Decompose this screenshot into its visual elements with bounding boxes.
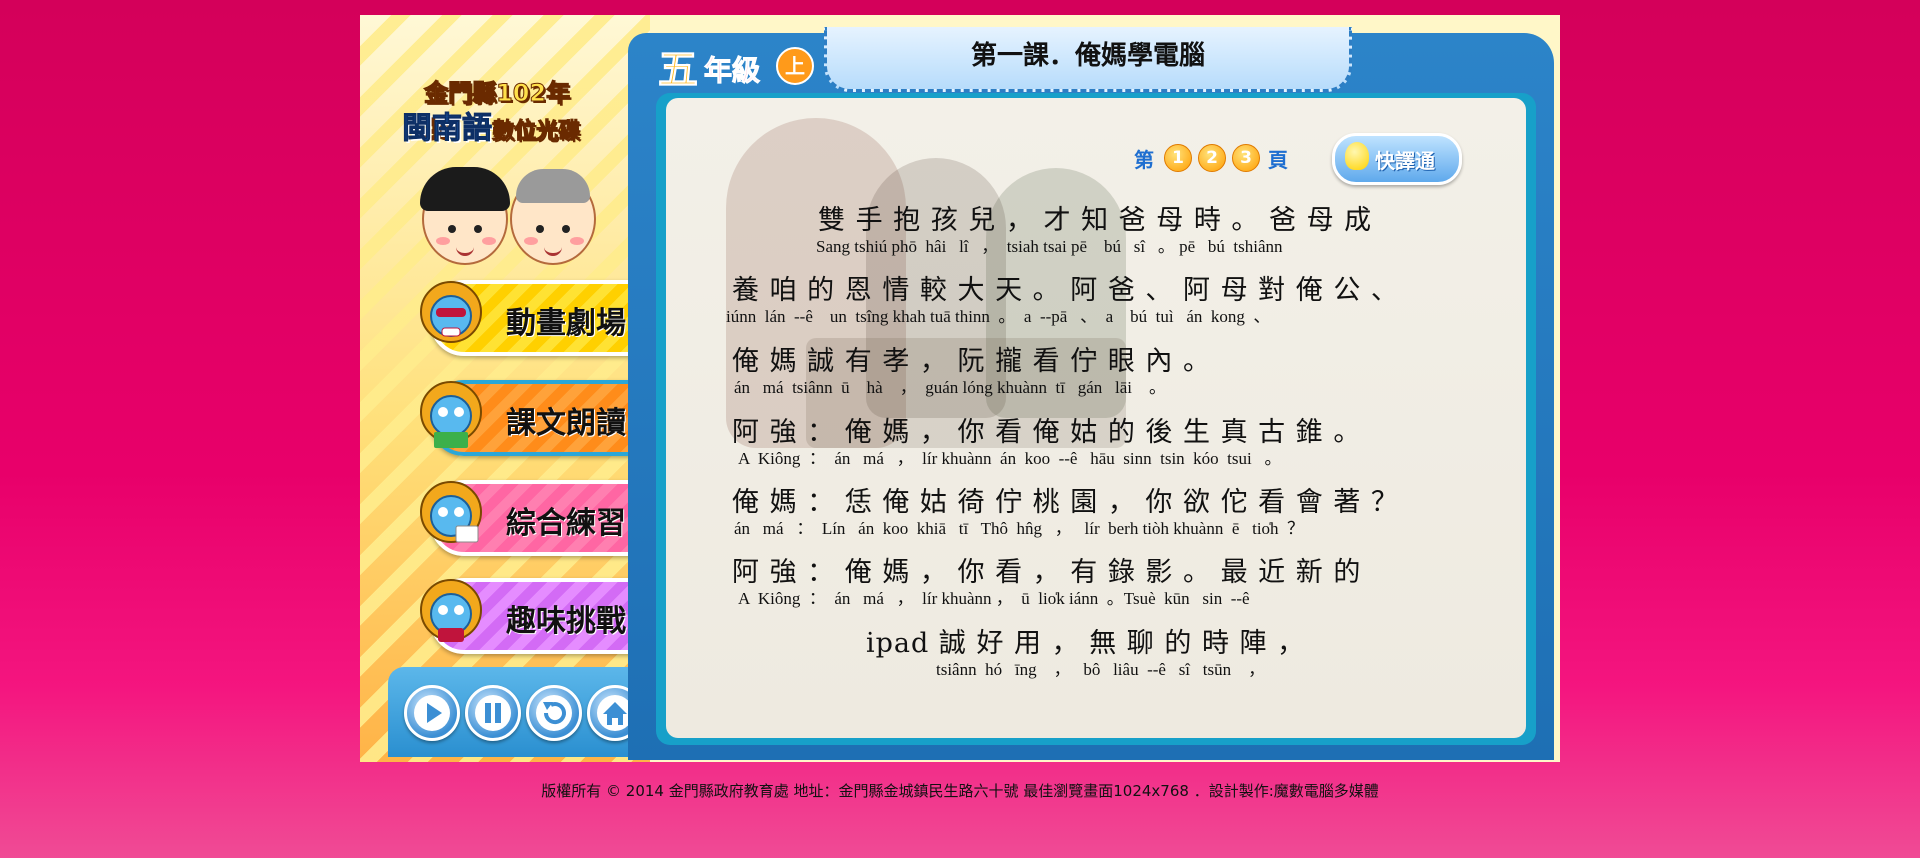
lightbulb-icon (1345, 142, 1369, 170)
lion-mascot-icon (420, 281, 482, 343)
lion-mascot-icon (420, 579, 482, 642)
menu-label: 動畫劇場 (506, 306, 626, 341)
quick-translate-label: 快譯通 (1375, 149, 1435, 173)
replay-button[interactable] (526, 685, 582, 741)
logo-line-2: 閩南語數位光碟 (402, 103, 581, 147)
romanization-text: án má tsiânn ū hà ， guán lóng khuànn tī … (734, 378, 1167, 397)
grade-badge: 五 年級 上 (658, 37, 818, 94)
replay-icon (536, 695, 572, 731)
play-icon (414, 695, 450, 731)
logo-main-text: 閩南語 (402, 111, 493, 147)
brand-logo: 金門縣102年度 閩南語數位光碟 (402, 73, 582, 169)
page-1-button[interactable]: 1 (1164, 144, 1192, 172)
app-window: 金門縣102年度 閩南語數位光碟 動畫劇場 課文朗讀 綜合練習 趣味挑戰 五 年… (360, 15, 1560, 762)
menu-label: 綜合練習 (506, 506, 626, 541)
romanization-text: A Kiông ： án má ， lír khuànn án koo --ê … (738, 449, 1282, 468)
lesson-title: 第一課．俺媽學電腦 (970, 41, 1205, 71)
quick-translate-button[interactable]: 快譯通 (1332, 133, 1462, 185)
girl-character (420, 167, 510, 265)
grade-term: 上 (776, 47, 814, 85)
page-suffix: 頁 (1268, 148, 1288, 172)
grade-word: 年級 (703, 54, 761, 88)
grade-number: 五 (658, 46, 699, 94)
romanization-text: A Kiông ： án má ， lír khuànn ， ū lio̍k i… (738, 589, 1250, 608)
playback-controls (388, 667, 650, 757)
romanization-text: iúnn lán --ê un tsîng khah tuā thinn 。 a… (726, 307, 1271, 326)
menu-label: 課文朗讀 (506, 406, 626, 441)
menu-label: 趣味挑戰 (506, 604, 626, 639)
sidebar: 金門縣102年度 閩南語數位光碟 動畫劇場 課文朗讀 綜合練習 趣味挑戰 (360, 15, 668, 762)
romanization-text: Sang tshiú phō hâi lî ， tsiah tsai pē bú… (816, 237, 1283, 256)
footer-copyright: 版權所有 © 2014 金門縣政府教育處 地址：金門縣金城鎮民生路六十號 最佳瀏… (541, 782, 1379, 800)
kids-illustration (416, 163, 616, 265)
boy-character (510, 169, 596, 265)
page-2-button[interactable]: 2 (1198, 144, 1226, 172)
play-button[interactable] (404, 685, 460, 741)
pause-button[interactable] (465, 685, 521, 741)
logo-sub-text: 數位光碟 (491, 119, 581, 145)
romanization-text: án má ： Lín án koo khiā tī Thô hn̂g ， lí… (734, 519, 1305, 538)
lesson-title-banner: 第一課．俺媽學電腦 (824, 27, 1352, 92)
lesson-content: 第 1 2 3 頁 快譯通 雙 手 抱 孩 兒 ， 才 知 爸 母 時 。 爸 … (666, 98, 1526, 738)
page-3-button[interactable]: 3 (1232, 144, 1260, 172)
lion-mascot-icon (420, 381, 482, 448)
romanization-text: tsiânn hó īng ， bô liâu --ê sî tsūn ， (936, 660, 1266, 679)
pause-icon (475, 695, 511, 731)
lion-mascot-icon (420, 481, 482, 543)
page-prefix: 第 (1134, 148, 1154, 172)
